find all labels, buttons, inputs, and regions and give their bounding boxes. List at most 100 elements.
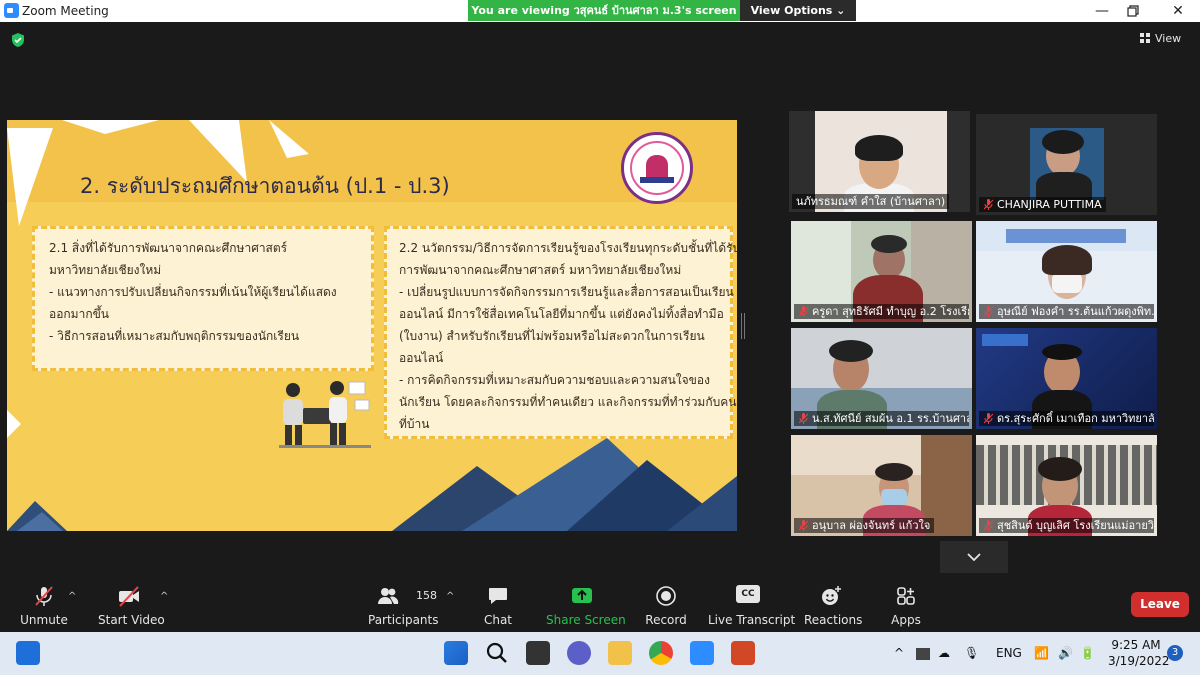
clock-time: 9:25 AM	[1111, 638, 1161, 652]
participant-tile[interactable]: ครูดา สุทธิรัศมี ทำบุญ อ.2 โรงเรีย...	[791, 221, 972, 322]
box2-line: นักเรียน โดยคละกิจกรรมที่ทำคนเดียว และกิ…	[399, 395, 737, 409]
participant-count: 158	[416, 589, 437, 602]
participant-name: สุชสินต์ บุญเลิศ โรงเรียนแม่อายวิ...	[997, 519, 1154, 532]
zoom-taskbar-icon[interactable]	[690, 641, 714, 665]
participant-name: CHANJIRA PUTTIMA	[997, 198, 1102, 211]
reactions-button[interactable]: Reactions	[804, 585, 863, 627]
view-options-button[interactable]: View Options ⌄	[740, 0, 856, 21]
participant-name: นภัทรธมณฑ์ คำใส (บ้านศาลา)	[792, 194, 950, 209]
mic-muted-icon	[799, 413, 808, 424]
box2-line: การพัฒนาจากคณะศึกษาศาสตร์ มหาวิทยาลัยเชี…	[399, 263, 682, 277]
box1-line: - วิธีการสอนที่เหมาะสมกับพฤติกรรมของนักเ…	[49, 329, 300, 343]
leave-button[interactable]: Leave	[1131, 592, 1189, 617]
closed-caption-icon: CC	[736, 585, 760, 603]
slide-box-2-1: 2.1 สิ่งที่ได้รับการพัฒนาจากคณะศึกษาศาสต…	[32, 226, 374, 371]
gallery-next-page-button[interactable]	[940, 541, 1008, 573]
chat-icon	[489, 588, 507, 604]
show-hidden-icons-icon[interactable]: ^	[894, 646, 904, 660]
apps-button[interactable]: Apps	[886, 585, 926, 627]
windows-start-icon[interactable]	[444, 641, 468, 665]
chevron-down-icon	[967, 553, 981, 562]
shared-screen-slide: 2. ระดับประถมศึกษาตอนต้น (ป.1 - ป.3) 2.1…	[7, 120, 737, 531]
participant-tile[interactable]: น.ส.ทัศนีย์ สมผ้น อ.1 รร.บ้านศาลา	[791, 328, 972, 429]
live-transcript-label: Live Transcript	[708, 613, 796, 627]
participant-name: ครูดา สุทธิรัศมี ทำบุญ อ.2 โรงเรีย...	[812, 305, 969, 318]
participant-tile[interactable]: อุษณีย์ ฟองคำ รร.ต้นแก้วผดุงพิท...	[976, 221, 1157, 322]
close-icon: ✕	[1172, 3, 1184, 19]
search-icon[interactable]	[485, 641, 509, 665]
chevron-down-icon: ⌄	[836, 4, 846, 17]
box1-line: 2.1 สิ่งที่ได้รับการพัฒนาจากคณะศึกษาศาสต…	[49, 241, 288, 255]
slide-box-2-2: 2.2 นวัตกรรม/วิธีการจัดการเรียนรู้ของโรง…	[384, 226, 737, 439]
zoom-app-icon	[4, 3, 19, 18]
title-bar: Zoom Meeting You are viewing วสุคนธ์ บ้า…	[0, 0, 1200, 22]
participant-name-tag: ดร.สุระศักดิ์ เมาเทือก มหาวิทยาลั...	[979, 411, 1154, 426]
mountains-decoration	[7, 438, 737, 531]
apps-icon	[897, 587, 915, 605]
grid-icon	[1140, 33, 1150, 43]
audio-options-caret[interactable]: ^	[68, 591, 76, 602]
mic-muted-icon	[984, 306, 993, 317]
microphone-icon[interactable]: 🎙	[964, 646, 979, 660]
participant-tile[interactable]: สุชสินต์ บุญเลิศ โรงเรียนแม่อายวิ...	[976, 435, 1157, 536]
participants-options-caret[interactable]: ^	[446, 591, 454, 602]
record-label: Record	[645, 613, 687, 627]
box2-line: 2.2 นวัตกรรม/วิธีการจัดการเรียนรู้ของโรง…	[399, 241, 737, 255]
start-video-button[interactable]: Start Video	[98, 585, 165, 627]
participant-name-tag: ครูดา สุทธิรัศมี ทำบุญ อ.2 โรงเรีย...	[794, 304, 969, 319]
box2-line: ออนไลน์	[399, 351, 444, 365]
chrome-icon[interactable]	[649, 641, 673, 665]
reactions-label: Reactions	[804, 613, 863, 627]
zoom-meeting-window: Zoom Meeting You are viewing วสุคนธ์ บ้า…	[0, 0, 1200, 675]
box2-line: ออนไลน์ มีการใช้สื่อเทคโนโลยีที่มากขึ้น …	[399, 307, 724, 321]
window-title: Zoom Meeting	[22, 4, 109, 18]
participant-tile[interactable]: CHANJIRA PUTTIMA	[976, 114, 1157, 215]
notification-badge[interactable]: 3	[1167, 645, 1183, 661]
input-language[interactable]: ENG	[996, 646, 1022, 660]
battery-icon[interactable]: 🔋	[1080, 646, 1095, 660]
box1-line: - แนวทางการปรับเปลี่ยนกิจกรรมที่เน้นให้ผ…	[49, 285, 337, 299]
task-view-desktop-icon[interactable]	[526, 641, 550, 665]
participant-name-tag: สุชสินต์ บุญเลิศ โรงเรียนแม่อายวิ...	[979, 518, 1154, 533]
box2-line: (ใบงาน) สำหรับรักเรียนที่ไม่พร้อมหรือไม่…	[399, 329, 705, 343]
box2-line: - การคิดกิจกรรมที่เหมาะสมกับความชอบและคว…	[399, 373, 710, 387]
box1-line: มหาวิทยาลัยเชียงใหม่	[49, 263, 162, 277]
share-screen-icon	[572, 588, 592, 603]
smiley-plus-icon	[822, 586, 841, 605]
teams-chat-icon[interactable]	[567, 641, 591, 665]
video-options-caret[interactable]: ^	[160, 591, 168, 602]
slide-title: 2. ระดับประถมศึกษาตอนต้น (ป.1 - ป.3)	[80, 174, 450, 198]
maximize-button[interactable]	[1113, 1, 1153, 21]
task-view-icon[interactable]	[16, 641, 40, 665]
unmute-label: Unmute	[20, 613, 68, 627]
share-banner: You are viewing วสุคนธ์ บ้านศาลา ม.3's s…	[468, 0, 740, 21]
taskbar-clock[interactable]: 9:25 AM 3/19/2022	[1108, 637, 1170, 669]
chat-button[interactable]: Chat	[480, 585, 516, 627]
mic-muted-icon	[799, 520, 808, 531]
box2-line: ที่บ้าน	[399, 417, 430, 431]
participant-tile[interactable]: นภัทรธมณฑ์ คำใส (บ้านศาลา)	[789, 111, 970, 212]
close-button[interactable]: ✕	[1158, 1, 1198, 21]
cloud-offline-icon[interactable]: ☁	[938, 646, 950, 660]
video-off-icon	[119, 586, 139, 607]
record-button[interactable]: Record	[644, 585, 688, 627]
view-label: View	[1155, 32, 1182, 45]
unmute-button[interactable]: Unmute	[18, 585, 70, 627]
file-explorer-icon[interactable]	[608, 641, 632, 665]
participant-name: ดร.สุระศักดิ์ เมาเทือก มหาวิทยาลั...	[997, 412, 1154, 425]
mic-muted-icon	[35, 586, 53, 606]
view-layout-button[interactable]: View	[1140, 30, 1192, 48]
live-transcript-button[interactable]: CC Live Transcript	[708, 585, 796, 627]
share-screen-button[interactable]: Share Screen	[546, 585, 626, 627]
powerpoint-icon[interactable]	[731, 641, 755, 665]
shield-icon[interactable]	[10, 32, 26, 48]
volume-icon[interactable]: 🔊	[1058, 646, 1073, 660]
tray-app-icon[interactable]	[916, 648, 930, 660]
participant-name-tag: น.ส.ทัศนีย์ สมผ้น อ.1 รร.บ้านศาลา	[794, 411, 969, 426]
participant-tile[interactable]: อนุบาล ผ่องจันทร์ แก้วใจ	[791, 435, 972, 536]
participant-name: อนุบาล ผ่องจันทร์ แก้วใจ	[812, 519, 931, 532]
wifi-icon[interactable]: 📶	[1034, 646, 1049, 660]
split-divider-handle[interactable]	[741, 313, 745, 339]
participant-tile[interactable]: ดร.สุระศักดิ์ เมาเทือก มหาวิทยาลั...	[976, 328, 1157, 429]
participant-name-tag: อนุบาล ผ่องจันทร์ แก้วใจ	[794, 518, 935, 533]
